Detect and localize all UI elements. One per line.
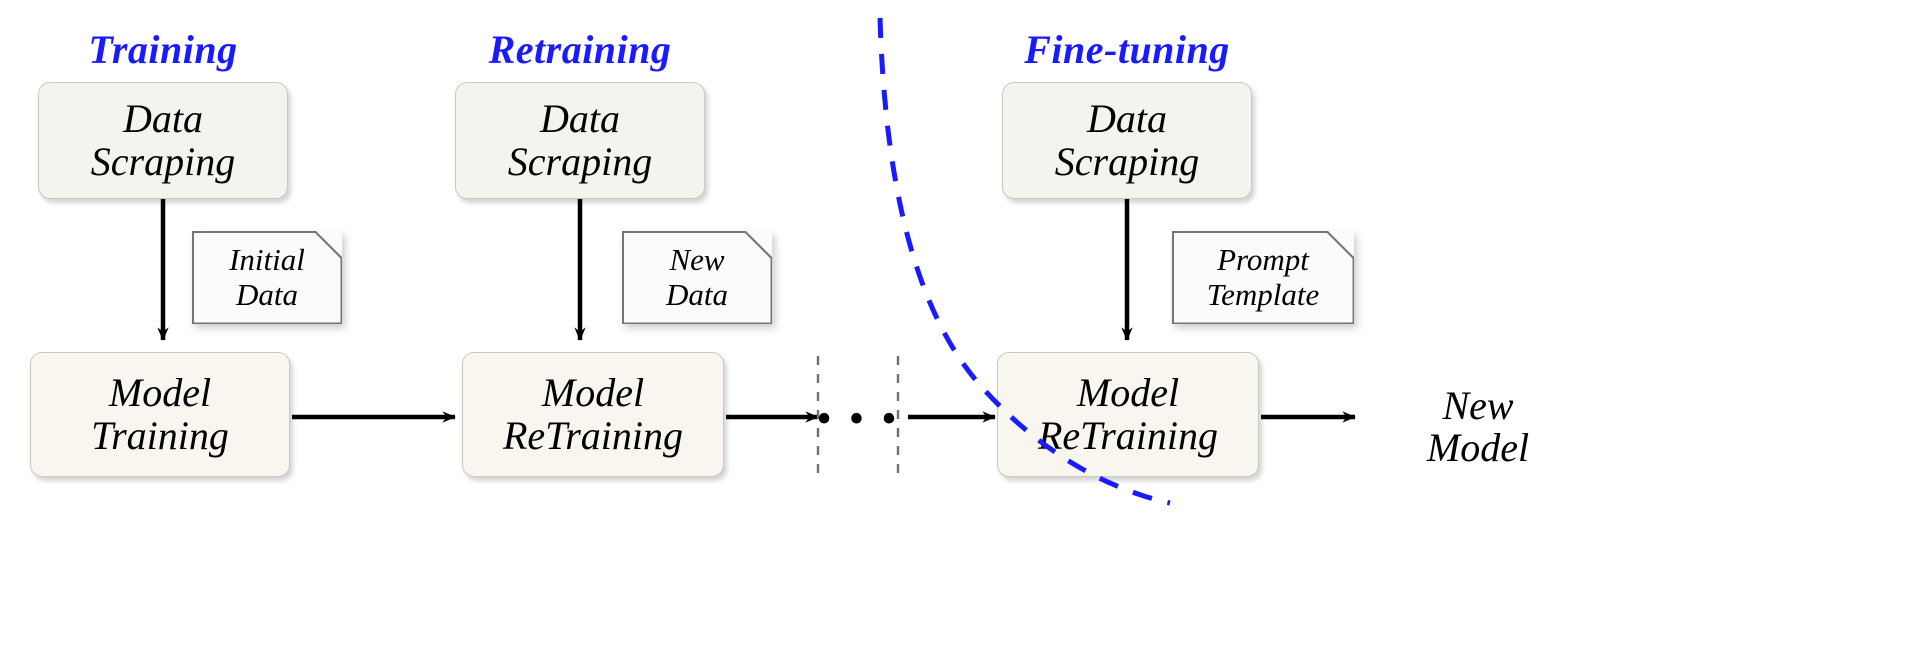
phase-title-retraining: Retraining	[488, 27, 672, 72]
note-line-2: Template	[1206, 276, 1320, 312]
node-data-scraping-retraining[interactable]: Data Scraping	[455, 82, 705, 199]
node-line-1: Model	[108, 370, 212, 416]
node-line-1: Data	[1087, 96, 1167, 142]
node-line-1: Model	[1076, 370, 1180, 416]
node-line-2: ReTraining	[1037, 412, 1219, 458]
note-initial-data[interactable]: Initial Data	[192, 231, 342, 324]
node-line-2: Scraping	[507, 138, 653, 184]
phase-title-finetuning: Fine-tuning	[1024, 27, 1230, 72]
node-model-training[interactable]: Model Training	[30, 352, 290, 477]
node-line-1: Data	[540, 96, 620, 142]
note-prompt-template[interactable]: Prompt Template	[1172, 231, 1354, 324]
connector-layer	[157, 17, 1356, 506]
continuation-ellipsis: • • •	[816, 394, 900, 443]
output-line-1: New	[1442, 383, 1514, 428]
diagram-canvas: Training Retraining Fine-tuning Data Scr…	[0, 0, 1920, 652]
note-new-data[interactable]: New Data	[622, 231, 772, 324]
note-line-1: Initial	[229, 242, 305, 278]
output-line-2: Model	[1426, 425, 1530, 471]
note-line-1: New	[669, 242, 725, 278]
node-line-2: Scraping	[90, 138, 236, 184]
node-data-scraping-finetuning[interactable]: Data Scraping	[1002, 82, 1252, 199]
phase-title-training: Training	[88, 27, 238, 72]
note-line-1: Prompt	[1217, 242, 1309, 278]
node-line-1: Data	[123, 96, 203, 142]
node-line-1: Model	[541, 370, 645, 416]
note-line-2: Data	[666, 276, 728, 312]
note-line-2: Data	[236, 276, 298, 312]
node-data-scraping-training[interactable]: Data Scraping	[38, 82, 288, 199]
node-line-2: Scraping	[1054, 138, 1200, 184]
node-model-retraining-finetuning[interactable]: Model ReTraining	[997, 352, 1259, 477]
node-model-retraining[interactable]: Model ReTraining	[462, 352, 724, 477]
node-line-2: Training	[91, 412, 229, 458]
node-line-2: ReTraining	[502, 412, 684, 458]
output-new-model: New Model	[1426, 383, 1530, 471]
